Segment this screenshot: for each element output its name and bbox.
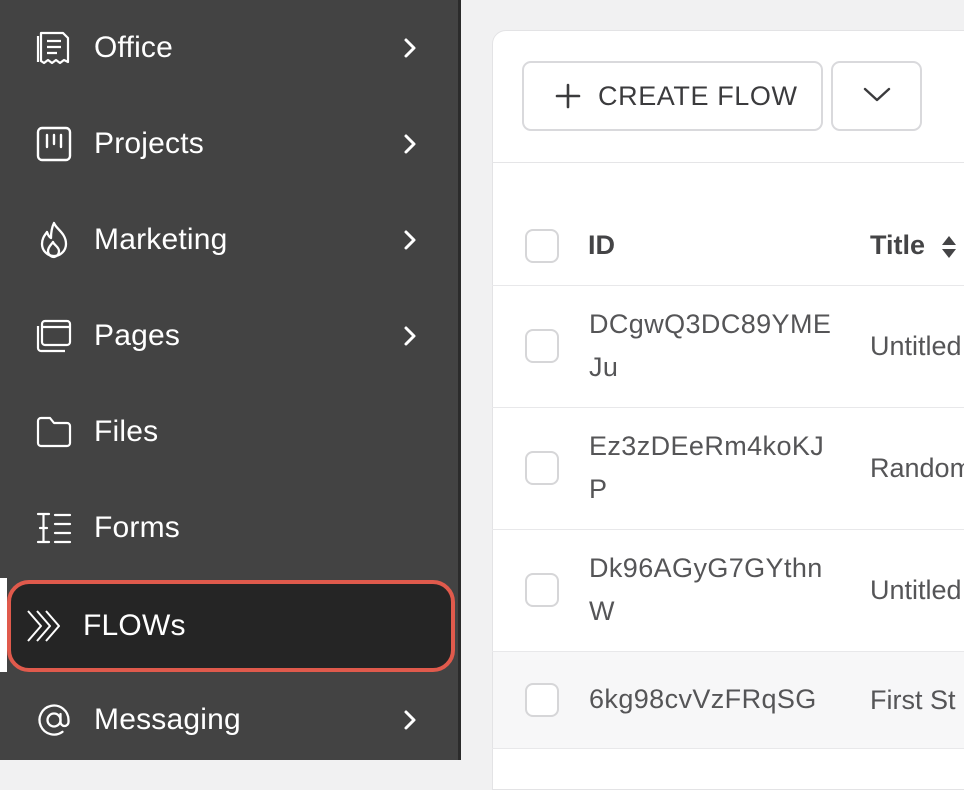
flame-icon: [34, 220, 74, 260]
sidebar-item-projects[interactable]: Projects: [0, 96, 458, 192]
sidebar-item-label: Files: [94, 415, 159, 448]
column-header-id[interactable]: ID: [588, 230, 615, 261]
chevron-right-icon: [398, 228, 422, 252]
create-flow-button[interactable]: CREATE FLOW: [522, 61, 823, 131]
active-indicator: [0, 578, 7, 672]
flows-chevrons-icon: [25, 606, 65, 646]
column-header-title[interactable]: Title: [870, 230, 925, 261]
folder-icon: [34, 412, 74, 452]
row-checkbox[interactable]: [525, 573, 559, 607]
sidebar-item-label: Pages: [94, 319, 181, 352]
row-title-cell[interactable]: Untitled: [870, 331, 962, 362]
pages-icon: [34, 316, 74, 356]
sidebar-item-marketing[interactable]: Marketing: [0, 192, 458, 288]
sort-icon[interactable]: [940, 234, 958, 260]
sidebar-item-label: Messaging: [94, 703, 241, 736]
forms-list-icon: [34, 508, 74, 548]
chevron-right-icon: [398, 708, 422, 732]
row-id-cell[interactable]: Dk96AGyG7GYthnW: [589, 547, 839, 633]
chevron-down-icon: [862, 85, 892, 108]
row-id-cell[interactable]: DCgwQ3DC89YMEJu: [589, 303, 839, 389]
row-divider: [492, 748, 964, 749]
sidebar-item-label: Forms: [94, 511, 180, 544]
toolbar-divider: [492, 162, 964, 163]
sidebar-item-forms[interactable]: Forms: [0, 480, 458, 576]
row-id-cell[interactable]: 6kg98cvVzFRqSG: [589, 678, 839, 721]
sidebar-item-messaging[interactable]: Messaging: [0, 672, 458, 768]
projects-board-icon: [34, 124, 74, 164]
row-id-cell[interactable]: Ez3zDEeRm4koKJP: [589, 425, 839, 511]
select-all-checkbox[interactable]: [525, 229, 559, 263]
row-checkbox[interactable]: [525, 451, 559, 485]
row-checkbox[interactable]: [525, 329, 559, 363]
row-divider: [492, 285, 964, 286]
sidebar-item-flows[interactable]: FLOWs: [7, 580, 455, 672]
row-title-cell[interactable]: Untitled: [870, 575, 962, 606]
sidebar-item-pages[interactable]: Pages: [0, 288, 458, 384]
create-flow-label: CREATE FLOW: [598, 80, 798, 111]
at-sign-icon: [34, 700, 74, 740]
chevron-right-icon: [398, 132, 422, 156]
create-options-dropdown-button[interactable]: [831, 61, 922, 131]
row-checkbox[interactable]: [525, 683, 559, 717]
row-divider: [492, 407, 964, 408]
office-document-icon: [34, 28, 74, 68]
row-divider: [492, 529, 964, 530]
sidebar-item-office[interactable]: Office: [0, 0, 458, 96]
plus-icon: [554, 82, 582, 110]
sidebar-item-label: FLOWs: [83, 609, 186, 642]
chevron-right-icon: [398, 36, 422, 60]
sidebar-item-label: Office: [94, 31, 174, 64]
sidebar-item-label: Marketing: [94, 223, 228, 256]
row-title-cell[interactable]: First St: [870, 685, 956, 716]
sidebar-item-files[interactable]: Files: [0, 384, 458, 480]
sidebar-divider: [458, 0, 461, 760]
row-title-cell[interactable]: Random: [870, 453, 964, 484]
chevron-right-icon: [398, 324, 422, 348]
sidebar-item-label: Projects: [94, 127, 204, 160]
